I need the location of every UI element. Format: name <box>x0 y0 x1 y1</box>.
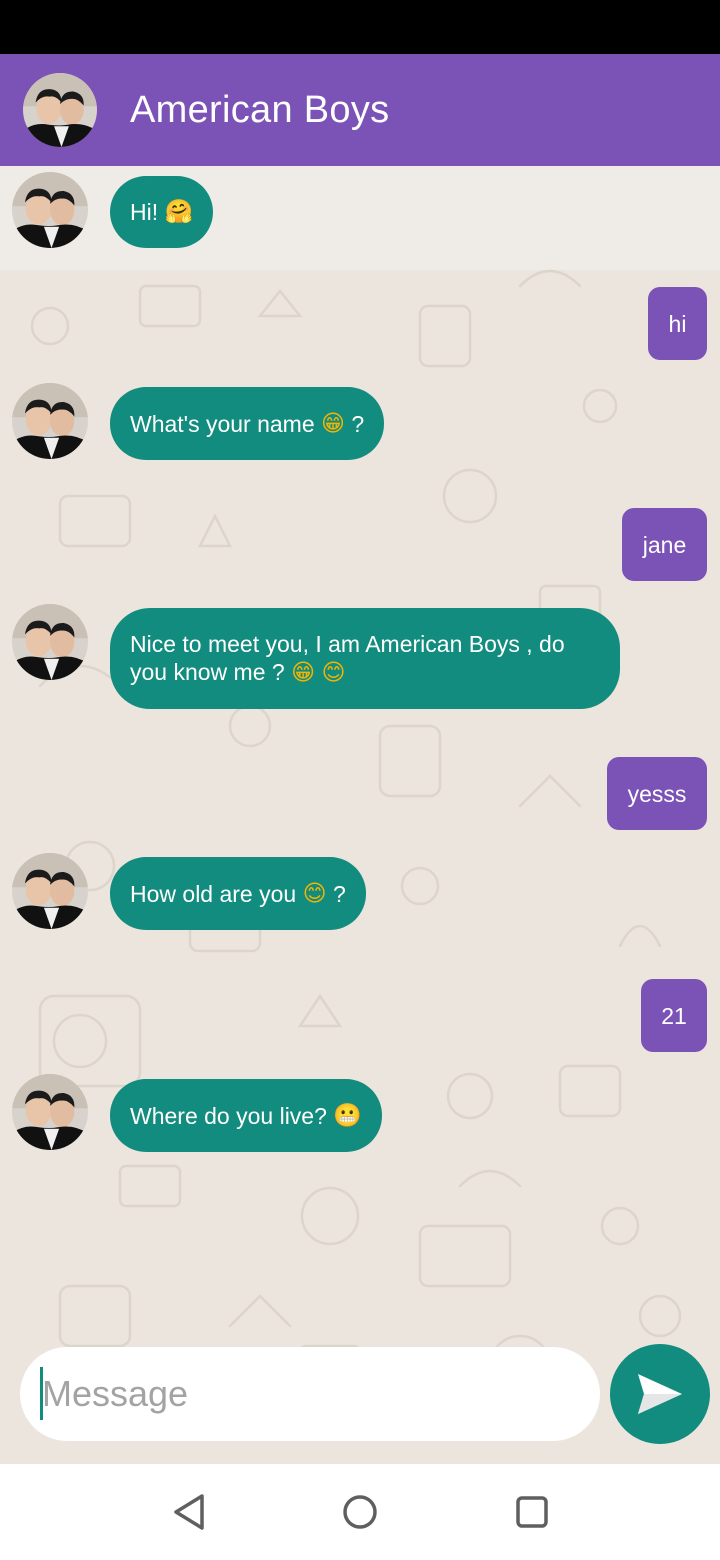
message-composer <box>20 1347 600 1441</box>
app-bar: American Boys <box>0 54 720 166</box>
send-button[interactable] <box>610 1344 710 1444</box>
back-triangle-icon[interactable] <box>168 1490 212 1534</box>
chat-title: American Boys <box>130 88 390 131</box>
bot-message: Hi! 🤗 <box>110 176 214 248</box>
user-message: hi <box>648 287 707 360</box>
user-message: jane <box>622 508 707 581</box>
bot-message: Where do you live? 😬 <box>110 1079 382 1152</box>
home-circle-icon[interactable] <box>338 1490 382 1534</box>
bot-message: What's your name 😁 ? <box>110 387 385 460</box>
system-nav-bar <box>0 1464 720 1560</box>
bot-message: How old are you 😊 ? <box>110 857 366 930</box>
bot-avatar <box>12 383 88 459</box>
bot-avatar <box>12 172 88 248</box>
user-message: yesss <box>607 757 707 830</box>
status-bar <box>0 0 720 54</box>
user-message: 21 <box>641 979 707 1052</box>
bot-message: Nice to meet you, I am American Boys , d… <box>110 608 620 709</box>
bot-avatar <box>12 604 88 680</box>
contact-avatar[interactable] <box>23 73 97 147</box>
recents-square-icon[interactable] <box>510 1490 554 1534</box>
bot-avatar <box>12 853 88 929</box>
bot-avatar <box>12 1074 88 1150</box>
chat-area[interactable]: Hi! 🤗 hi What's your name 😁 ? jane Nice … <box>0 166 720 1464</box>
message-input[interactable] <box>42 1357 582 1431</box>
